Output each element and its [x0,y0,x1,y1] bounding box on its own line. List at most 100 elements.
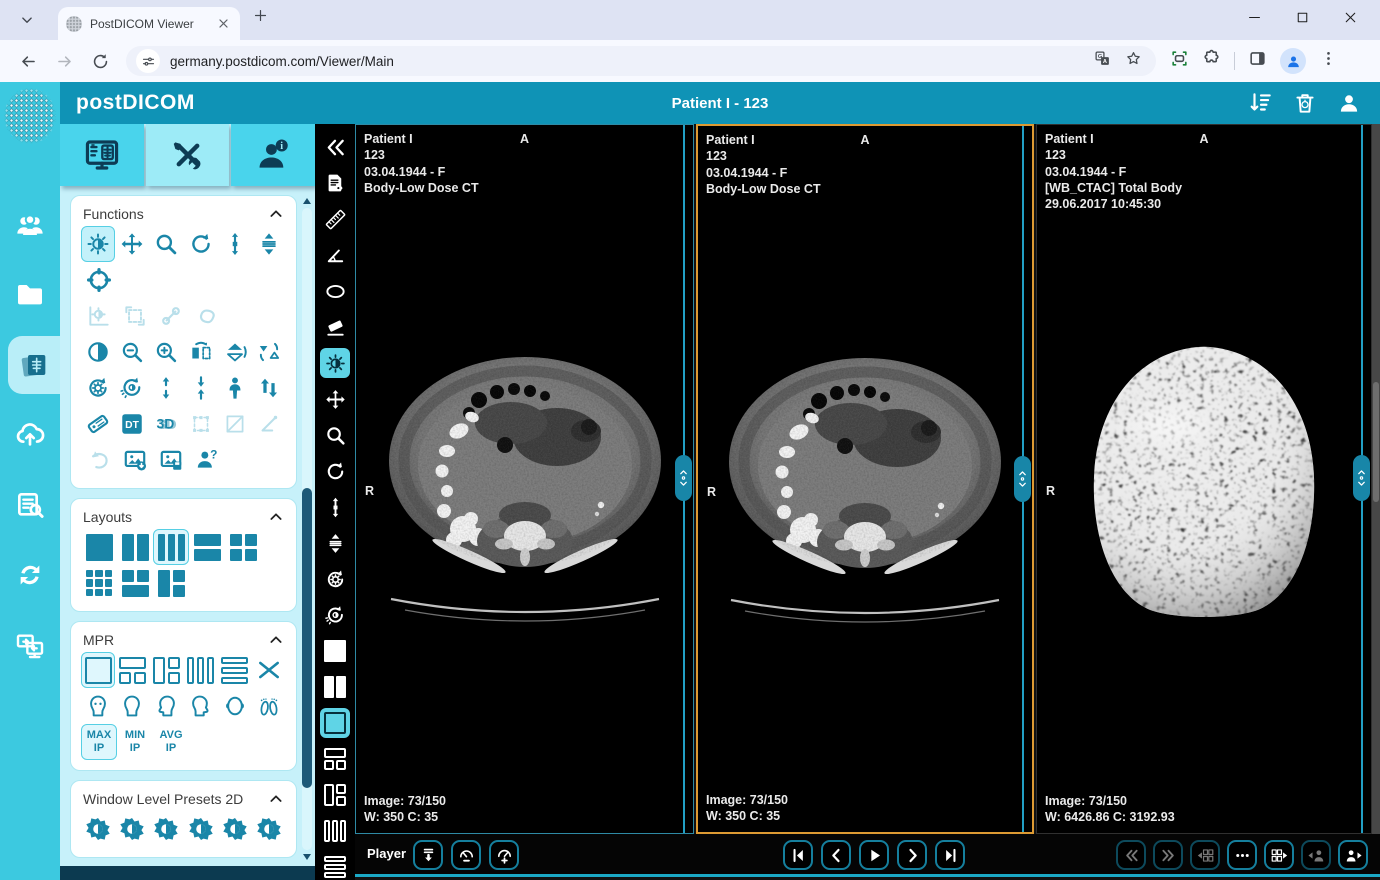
face-front-button[interactable] [81,688,115,724]
mpr-layout-left1-right2-button[interactable] [149,652,183,688]
dicom-tags-button[interactable]: DT [115,406,149,442]
swap-updown-button[interactable] [252,370,286,406]
url-text[interactable]: germany.postdicom.com/Viewer/Main [170,54,1094,69]
next-layout-button[interactable] [1264,840,1294,870]
reset-button[interactable] [81,370,115,406]
tab-close-icon[interactable] [215,15,232,32]
sidebar-item-sync[interactable] [0,546,60,604]
chevron-up-icon[interactable] [268,791,284,807]
toolbar-layout-1x2-button[interactable] [320,672,350,702]
layout-2x2-button[interactable] [225,529,261,565]
undo-button[interactable] [81,442,117,478]
previous-series-button[interactable] [1116,840,1146,870]
forward-button[interactable] [50,47,78,75]
speed-down-button[interactable] [451,840,481,870]
rotate-button[interactable] [184,226,218,262]
zoom-in-button[interactable] [149,334,183,370]
mpr-layout-single-button[interactable] [81,652,116,688]
crop-button[interactable] [218,406,252,442]
layout-left1-right2-button[interactable] [153,565,189,601]
sidebar-item-worklist-search[interactable] [0,476,60,534]
back-button[interactable] [14,47,42,75]
viewer-scrollbar-thumb[interactable] [1373,382,1379,502]
projection-max-ip-button[interactable]: MAX IP [81,724,117,760]
scroll-up-arrow[interactable] [303,198,311,204]
browser-tab[interactable]: PostDICOM Viewer [58,7,240,40]
new-tab-button[interactable] [252,7,278,33]
stack-scroll-handle[interactable] [675,455,692,501]
mpr-layout-3row-button[interactable] [218,652,252,688]
head-front-button[interactable] [115,688,149,724]
reload-button[interactable] [86,47,114,75]
profile-avatar[interactable] [1280,48,1306,74]
next-image-button[interactable] [897,840,927,870]
freehand-roi-button[interactable] [189,298,225,334]
toolbar-report-view-button[interactable] [320,168,350,198]
tag-button[interactable] [81,406,115,442]
toolbar-rotate-button[interactable] [320,456,350,486]
chevron-up-icon[interactable] [268,509,284,525]
rotate-flip-button[interactable] [252,334,286,370]
tab-search-button[interactable] [14,7,40,33]
sidebar-item-cloud-upload[interactable] [0,406,60,464]
site-settings-button[interactable] [136,49,160,73]
wl-preset-4-button[interactable] [184,811,218,847]
layout-3x3-button[interactable] [81,565,117,601]
toolbar-layout-3row-button[interactable] [320,852,350,880]
toolbar-collapse-panel-button[interactable] [320,132,350,162]
previous-image-button[interactable] [821,840,851,870]
toolbar-angle-button[interactable] [320,240,350,270]
probe-button[interactable] [153,298,189,334]
toolbar-ellipse-button[interactable] [320,276,350,306]
next-patient-button[interactable] [1338,840,1368,870]
trash-button[interactable] [1292,90,1318,116]
flip-vertical-button[interactable] [218,334,252,370]
capture-button[interactable] [1170,49,1189,73]
viewport-3[interactable]: Patient I 123 03.04.1944 - F [WB_CTAC] Tota… [1036,124,1372,834]
previous-layout-button[interactable] [1190,840,1220,870]
localizer-button[interactable] [81,262,117,298]
wl-preset-3-button[interactable] [149,811,183,847]
toolbar-pan-button[interactable] [320,384,350,414]
functions-header[interactable]: Functions [81,204,286,226]
pan-button[interactable] [115,226,149,262]
head-right-button[interactable] [184,688,218,724]
cine-export-button[interactable] [413,840,443,870]
window-level-roi-button[interactable] [81,298,117,334]
layouts-header[interactable]: Layouts [81,507,286,529]
speed-up-button[interactable] [489,840,519,870]
menu-kebab-button[interactable] [1319,49,1338,73]
sidebar-item-folder[interactable] [0,266,60,324]
toolbar-layout-3col-button[interactable] [320,816,350,846]
panel-tab-tools[interactable] [145,124,230,186]
layout-1x1-button[interactable] [81,529,117,565]
mpr-layout-3col-button[interactable] [184,652,218,688]
wl-preset-2-button[interactable] [115,811,149,847]
stack-scroll-handle[interactable] [1014,456,1031,502]
side-panel-button[interactable] [1248,49,1267,73]
patient-question-button[interactable]: ? [189,442,225,478]
viewport-1[interactable]: Patient I 123 03.04.1944 - F Body-Low Dose … [355,124,694,834]
zoom-button[interactable] [149,226,183,262]
chevron-up-icon[interactable] [268,206,284,222]
last-image-button[interactable] [935,840,965,870]
toolbar-layout-1x1-button[interactable] [320,636,350,666]
sidebar-item-remote-view[interactable] [0,616,60,674]
oblique-x-button[interactable] [252,652,286,688]
window-minimize-button[interactable] [1234,2,1274,32]
mpr-layout-top1-bottom2-button[interactable] [115,652,149,688]
scroll-vertical-button[interactable] [218,226,252,262]
extensions-puzzle-button[interactable] [1202,49,1221,73]
omnibox[interactable]: germany.postdicom.com/Viewer/Main GA [126,46,1156,76]
translate-button[interactable]: GA [1094,50,1111,72]
toolbar-ruler-button[interactable] [320,204,350,234]
scrollbar-thumb[interactable] [302,488,312,788]
viewer-scrollbar[interactable] [1372,124,1380,834]
panel-tab-person-info[interactable]: i [231,124,315,186]
first-image-button[interactable] [783,840,813,870]
head-top-button[interactable] [218,688,252,724]
sidebar-item-users[interactable] [0,196,60,254]
wl-preset-6-button[interactable] [252,811,286,847]
invert-button[interactable] [81,334,115,370]
sidebar-item-image-archive[interactable] [8,336,60,394]
